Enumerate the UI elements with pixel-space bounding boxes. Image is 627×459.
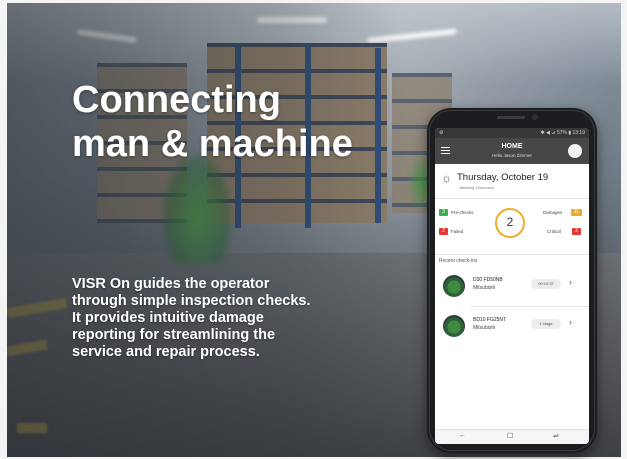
machine-thumbnail	[443, 315, 465, 337]
failed-badge[interactable]: 2	[439, 228, 448, 235]
checkin-chip: 1 stage	[531, 319, 561, 329]
home-icon[interactable]: ☐	[507, 432, 513, 440]
date-text: Thursday, October 19	[457, 172, 549, 183]
headline: Connecting man & machine	[72, 78, 353, 166]
list-item[interactable]: BD10 FG25NT Mitsubishi 1 stage ›	[435, 310, 589, 344]
machine-maker: Mitsubishi	[473, 285, 496, 291]
back-icon[interactable]: ←	[459, 432, 466, 439]
phone-camera	[532, 114, 538, 120]
status-bar: ⚙ ✱ ◀ ⊿ 57% ▮ 13:19	[435, 128, 589, 138]
machine-title: D30 FD50NB	[473, 277, 503, 283]
machine-maker: Mitsubishi	[473, 325, 496, 331]
damages-badge[interactable]: 11	[571, 209, 582, 216]
chevron-right-icon[interactable]: ›	[569, 277, 572, 287]
divider	[471, 306, 589, 307]
pre-checks-badge[interactable]: 3	[439, 209, 448, 216]
divider	[435, 198, 589, 199]
machine-thumbnail	[443, 275, 465, 297]
app-bar: HOME Hello Jason Zimmer	[435, 138, 589, 164]
list-item[interactable]: D30 FD50NB Mitsubishi 09:10:37 ›	[435, 270, 589, 304]
app-title: HOME	[501, 143, 523, 150]
date-header: ☼ Thursday, October 19 Jettering Clear-t…	[435, 168, 589, 198]
body-text: VISR On guides the operator through simp…	[72, 276, 311, 360]
stats-panel: 3 Pre-checks 2 Failed 2 Damages 11 Criti…	[435, 202, 589, 252]
date-subtext: Jettering Clear-tech	[459, 185, 494, 190]
damages-label: Damages	[543, 210, 563, 215]
pre-checks-label: Pre-checks	[451, 210, 474, 215]
critical-badge[interactable]: 2	[572, 228, 581, 235]
phone-screen: ⚙ ✱ ◀ ⊿ 57% ▮ 13:19 HOME Hello Jason Zim…	[435, 128, 589, 444]
app-subtitle: Hello Jason Zimmer	[491, 153, 532, 158]
android-nav-bar: ← ☐ ⇌	[435, 429, 589, 444]
total-checks-ring[interactable]: 2	[495, 208, 525, 238]
phone-speaker	[497, 116, 525, 119]
machine-title: BD10 FG25NT	[473, 317, 507, 323]
critical-label: Critical	[547, 229, 561, 234]
divider	[435, 254, 589, 255]
recent-checkins-label: Recent check-ins	[439, 258, 478, 264]
settings-icon: ⚙	[439, 130, 444, 136]
status-indicators: ✱ ◀ ⊿ 57% ▮ 13:19	[540, 130, 585, 136]
recent-apps-icon[interactable]: ⇌	[553, 432, 559, 440]
failed-label: Failed	[451, 229, 464, 234]
phone-mockup: ⚙ ✱ ◀ ⊿ 57% ▮ 13:19 HOME Hello Jason Zim…	[427, 108, 597, 453]
headline-line: Connecting	[72, 79, 281, 121]
headline-line: man & machine	[72, 123, 353, 165]
checkin-chip: 09:10:37	[531, 279, 561, 289]
slide-frame: Connecting man & machine VISR On guides …	[0, 0, 627, 459]
sun-cloud-icon: ☼	[441, 171, 452, 185]
chevron-right-icon[interactable]: ›	[569, 317, 572, 327]
avatar[interactable]	[568, 144, 582, 158]
